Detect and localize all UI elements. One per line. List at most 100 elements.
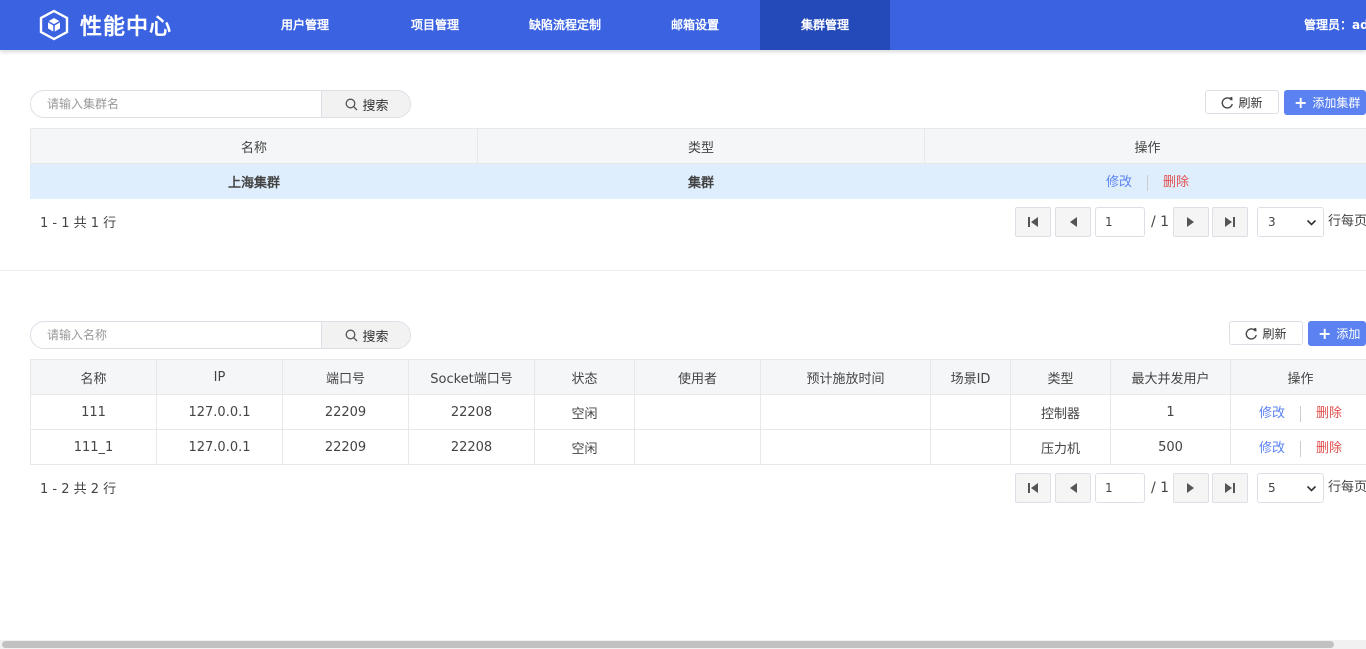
nav-cluster-management[interactable]: 集群管理 <box>760 0 890 50</box>
delete-link[interactable]: 删除 <box>1316 441 1342 456</box>
cell-socket-port: 22208 <box>408 429 535 465</box>
cell-name: 111 <box>30 394 157 430</box>
search-icon <box>346 98 358 110</box>
search-icon <box>346 329 358 341</box>
page-number-input[interactable] <box>1095 207 1145 237</box>
page-size-select[interactable]: 5 <box>1257 473 1324 503</box>
col-header-name[interactable]: 名称 <box>30 128 478 164</box>
nav-user-management[interactable]: 用户管理 <box>240 0 370 50</box>
col-header-max-users[interactable]: 最大并发用户 <box>1110 359 1231 395</box>
cell-user <box>634 394 761 430</box>
horizontal-scrollbar[interactable] <box>0 640 1366 649</box>
cell-actions: 修改 删除 <box>924 163 1366 199</box>
admin-user-label[interactable]: 管理员：ad <box>1304 0 1366 50</box>
add-cluster-label: 添加集群 <box>1312 96 1361 110</box>
col-header-name[interactable]: 名称 <box>30 359 157 395</box>
last-page-button[interactable] <box>1212 207 1248 237</box>
chevron-down-icon <box>1306 219 1317 226</box>
scrollbar-thumb[interactable] <box>2 641 1334 648</box>
edit-link[interactable]: 修改 <box>1106 175 1132 190</box>
plus-icon: + <box>1294 92 1308 112</box>
delete-link[interactable]: 删除 <box>1316 406 1342 421</box>
col-header-scene-id[interactable]: 场景ID <box>930 359 1011 395</box>
machine-refresh-button[interactable]: 刷新 <box>1229 321 1303 345</box>
first-page-button[interactable] <box>1015 207 1051 237</box>
next-page-button[interactable] <box>1173 207 1209 237</box>
col-header-user[interactable]: 使用者 <box>634 359 761 395</box>
prev-page-button[interactable] <box>1055 207 1091 237</box>
cell-status: 空闲 <box>534 394 635 430</box>
nav-project-management[interactable]: 项目管理 <box>370 0 500 50</box>
cell-ip: 127.0.0.1 <box>156 394 283 430</box>
section-divider <box>0 270 1366 271</box>
table-row[interactable]: 上海集群 集群 修改 删除 <box>30 163 1366 199</box>
cell-port: 22209 <box>282 394 409 430</box>
col-header-actions[interactable]: 操作 <box>924 128 1366 164</box>
plus-icon: + <box>1318 323 1332 343</box>
top-navbar: 性能中心 用户管理 项目管理 缺陷流程定制 邮箱设置 集群管理 管理员：ad <box>0 0 1366 50</box>
first-page-icon <box>1028 217 1038 227</box>
action-divider <box>1300 440 1301 457</box>
cell-cluster-type: 集群 <box>477 163 925 199</box>
cluster-search-button[interactable]: 搜索 <box>321 91 410 117</box>
search-label: 搜索 <box>362 329 389 345</box>
add-machine-button[interactable]: + 添加 <box>1308 321 1366 346</box>
next-page-button[interactable] <box>1173 473 1209 503</box>
brand-name: 性能中心 <box>80 15 173 40</box>
col-header-type[interactable]: 类型 <box>477 128 925 164</box>
last-page-button[interactable] <box>1212 473 1248 503</box>
cell-release-time <box>760 429 931 465</box>
refresh-label: 刷新 <box>1238 95 1263 110</box>
edit-link[interactable]: 修改 <box>1259 441 1285 456</box>
col-header-status[interactable]: 状态 <box>534 359 635 395</box>
cell-socket-port: 22208 <box>408 394 535 430</box>
cell-type: 控制器 <box>1010 394 1111 430</box>
cluster-pager: / 1 3 行每页 <box>1015 207 1366 237</box>
add-cluster-button[interactable]: + 添加集群 <box>1284 90 1366 115</box>
brand-logo[interactable]: 性能中心 <box>38 9 172 41</box>
col-header-ip[interactable]: IP <box>156 359 283 395</box>
last-page-icon <box>1225 217 1235 227</box>
machine-search-input[interactable] <box>31 322 321 348</box>
nav-mail-settings[interactable]: 邮箱设置 <box>630 0 760 50</box>
add-machine-label: 添加 <box>1336 327 1361 341</box>
cell-release-time <box>760 394 931 430</box>
col-header-type[interactable]: 类型 <box>1010 359 1111 395</box>
table-row[interactable]: 111 127.0.0.1 22209 22208 空闲 控制器 1 修改 删除 <box>30 394 1366 430</box>
cluster-table: 名称 类型 操作 上海集群 集群 修改 删除 <box>30 128 1366 199</box>
page-size-value: 5 <box>1268 481 1276 495</box>
cube-logo-icon <box>39 9 69 41</box>
cell-cluster-name: 上海集群 <box>30 163 478 199</box>
col-header-release-time[interactable]: 预计施放时间 <box>760 359 931 395</box>
nav-defect-workflow[interactable]: 缺陷流程定制 <box>500 0 630 50</box>
cluster-search-box: 搜索 <box>30 90 411 118</box>
refresh-label: 刷新 <box>1262 326 1287 341</box>
cluster-search-input[interactable] <box>31 91 321 117</box>
col-header-socket-port[interactable]: Socket端口号 <box>408 359 535 395</box>
edit-link[interactable]: 修改 <box>1259 406 1285 421</box>
cell-ip: 127.0.0.1 <box>156 429 283 465</box>
machine-search-box: 搜索 <box>30 321 411 349</box>
col-header-port[interactable]: 端口号 <box>282 359 409 395</box>
prev-page-icon <box>1070 217 1077 227</box>
page-size-select[interactable]: 3 <box>1257 207 1324 237</box>
refresh-icon <box>1222 96 1234 109</box>
first-page-button[interactable] <box>1015 473 1051 503</box>
first-page-icon <box>1028 483 1038 493</box>
cell-max-users: 500 <box>1110 429 1231 465</box>
chevron-down-icon <box>1306 485 1317 492</box>
prev-page-button[interactable] <box>1055 473 1091 503</box>
machine-search-button[interactable]: 搜索 <box>321 322 410 348</box>
page-total: / 1 <box>1151 214 1170 230</box>
cell-scene-id <box>930 429 1011 465</box>
delete-link[interactable]: 删除 <box>1163 175 1189 190</box>
cell-scene-id <box>930 394 1011 430</box>
cell-user <box>634 429 761 465</box>
cluster-row-count: 1 - 1 共 1 行 <box>40 216 117 231</box>
table-row[interactable]: 111_1 127.0.0.1 22209 22208 空闲 压力机 500 修… <box>30 429 1366 465</box>
col-header-actions[interactable]: 操作 <box>1230 359 1366 395</box>
page-number-input[interactable] <box>1095 473 1145 503</box>
next-page-icon <box>1187 217 1194 227</box>
action-divider <box>1300 405 1301 422</box>
cluster-refresh-button[interactable]: 刷新 <box>1205 90 1279 114</box>
